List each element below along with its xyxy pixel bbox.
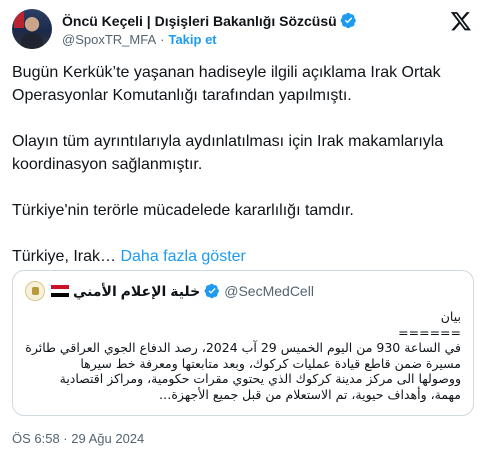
quoted-author-handle[interactable]: @SecMedCell [224,283,314,299]
tweet-timestamp[interactable]: ÖS 6:58 · 29 Ağu 2024 [12,431,144,446]
separator-dot: · [160,32,165,47]
quoted-tweet-text: بيان ====== في الساعة 930 من اليوم الخمي… [25,309,461,402]
quoted-author-avatar[interactable] [25,281,45,301]
tweet-text: Bugün Kerkük’te yaşanan hadiseyle ilgili… [12,61,474,268]
tweet-paragraph-2: Olayın tüm ayrıntılarıyla aydınlatılması… [12,133,444,173]
verified-badge-icon [204,283,220,299]
verified-badge-icon [340,12,356,29]
x-logo-icon[interactable] [450,10,472,32]
quoted-tweet-card[interactable]: خلية الإعلام الأمني @SecMedCell بيان ===… [12,270,474,416]
tweet-paragraph-4-text: Türkiye, Irak… [12,248,121,265]
quoted-line-1: بيان [440,309,461,324]
quoted-author-name[interactable]: خلية الإعلام الأمني [73,283,200,300]
show-more-link[interactable]: Daha fazla göster [120,248,245,265]
iraq-flag-icon [51,285,69,297]
author-handle-row: @SpoxTR_MFA · Takip et [62,32,217,47]
author-display-name[interactable]: Öncü Keçeli | Dışişleri Bakanlığı Sözcüs… [62,13,337,29]
quoted-line-5: ووصولها الى مركز مدينة كركوك الذي يحتوي … [59,371,461,386]
quoted-line-2: ====== [398,324,461,340]
quoted-line-4: مسيرة ضمن قاطع قيادة عمليات كركوك، وبعد … [80,355,461,371]
quoted-line-6: مهمة، وأهداف حيوية، تم الاستعلام من قبل … [158,386,461,402]
tweet-paragraph-4: Türkiye, Irak… Daha fazla göster [12,245,474,268]
follow-button[interactable]: Takip et [168,32,216,47]
quoted-tweet-header: خلية الإعلام الأمني @SecMedCell [25,281,461,301]
tweet-header: Öncü Keçeli | Dışişleri Bakanlığı Sözcüs… [12,8,474,56]
tweet-paragraph-1: Bugün Kerkük’te yaşanan hadiseyle ilgili… [12,64,441,104]
author-avatar[interactable] [12,9,52,49]
tweet-paragraph-3: Türkiye'nin terörle mücadelede kararlılı… [12,202,354,219]
quoted-line-3: في الساعة 930 من اليوم الخميس 29 آب 2024… [25,340,461,355]
author-name-row: Öncü Keçeli | Dışişleri Bakanlığı Sözcüs… [62,12,357,29]
author-handle[interactable]: @SpoxTR_MFA [62,32,156,47]
